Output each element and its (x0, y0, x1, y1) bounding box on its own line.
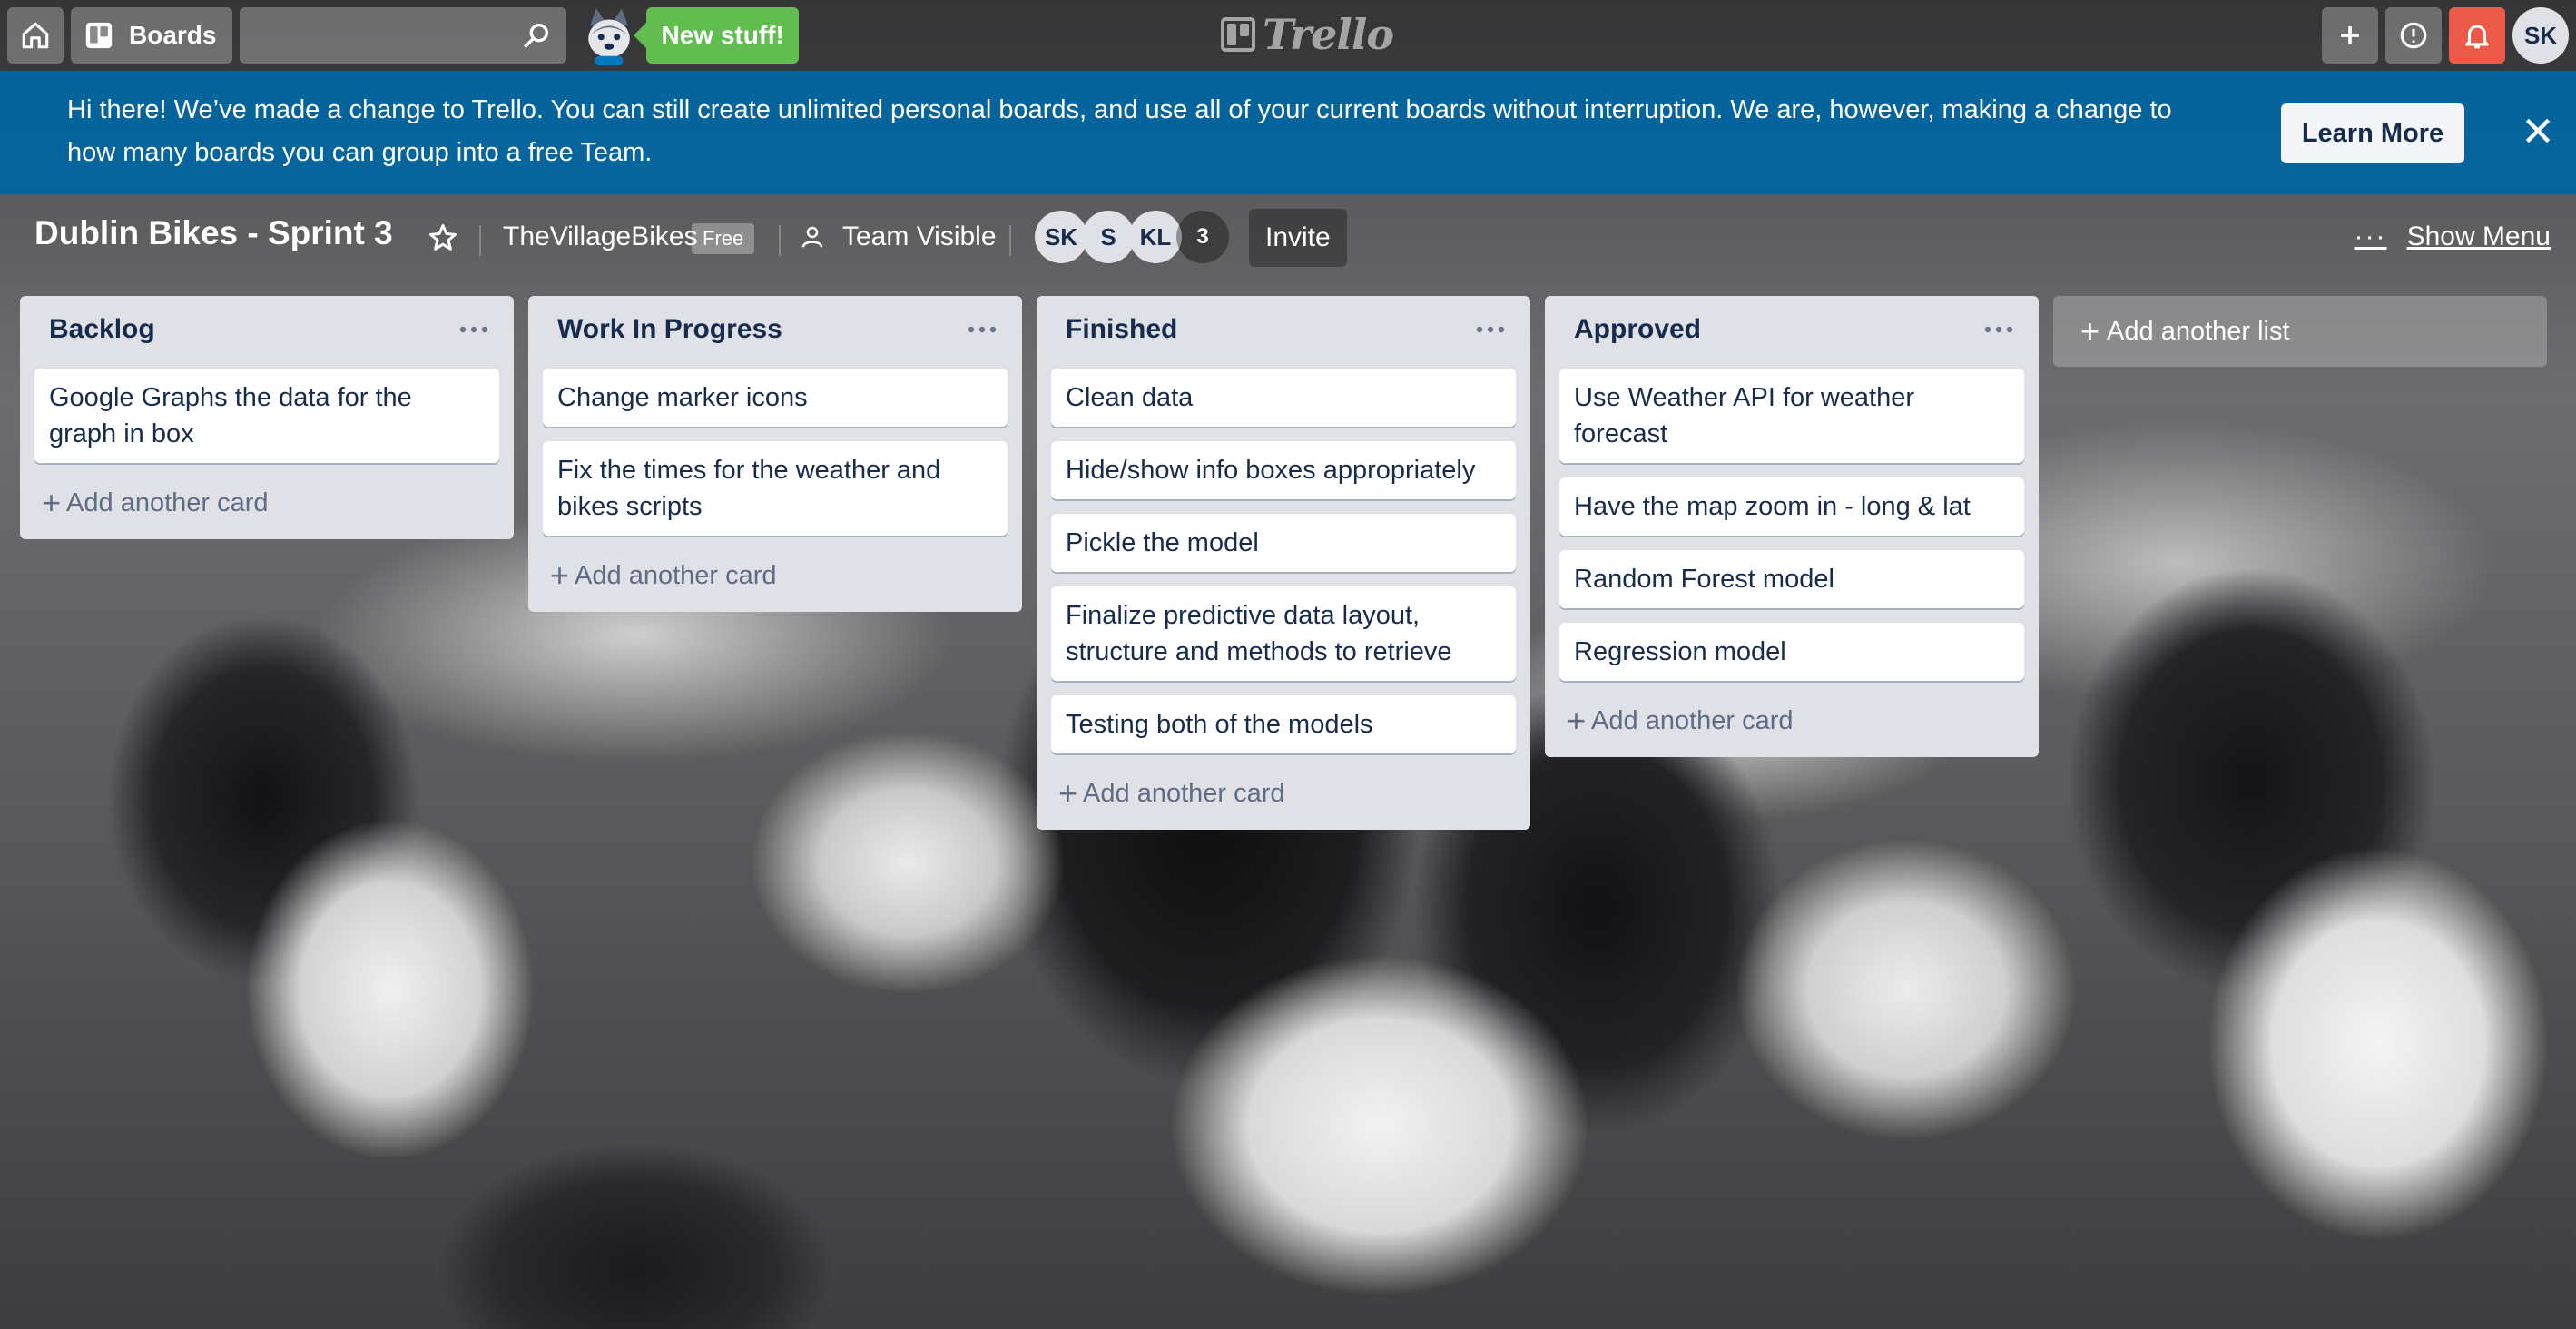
add-card-label: Add another card (1083, 778, 1285, 808)
bell-icon (2465, 25, 2489, 49)
learn-more-button[interactable]: Learn More (2281, 103, 2464, 163)
header-right-actions: SK (2322, 7, 2569, 64)
close-icon (2525, 118, 2551, 143)
create-button[interactable] (2322, 7, 2378, 64)
plus-icon: + (42, 484, 62, 521)
close-banner-button[interactable] (2520, 113, 2556, 149)
new-stuff-button[interactable]: New stuff! (634, 7, 799, 64)
add-list-label: Add another list (2107, 316, 2290, 346)
plus-icon: + (1058, 774, 1078, 812)
boards-button[interactable]: Boards (71, 7, 233, 64)
list-menu-icon[interactable] (1981, 316, 2017, 343)
visibility-label: Team Visible (842, 222, 997, 251)
plus-icon: + (1567, 702, 1587, 739)
card[interactable]: Finalize predictive data layout, structu… (1051, 586, 1516, 681)
list-menu-icon[interactable] (964, 316, 1000, 343)
top-header: Boards New stuff! Trello SK (0, 0, 2576, 71)
list-work-in-progress: Work In Progress Change marker icons Fix… (528, 296, 1022, 612)
trello-logo-text: Trello (1263, 10, 1394, 59)
list-finished: Finished Clean data Hide/show info boxes… (1037, 296, 1530, 830)
list-title[interactable]: Work In Progress (557, 314, 782, 345)
list-backlog: Backlog Google Graphs the data for the g… (20, 296, 514, 539)
list-menu-icon[interactable] (456, 316, 492, 343)
team-name-link[interactable]: TheVillageBikes (503, 222, 698, 252)
card[interactable]: Have the map zoom in - long & lat (1559, 477, 2024, 536)
search-input[interactable] (240, 7, 567, 64)
add-card-button[interactable]: + Add another card (1559, 695, 2024, 746)
card[interactable]: Clean data (1051, 369, 1516, 427)
banner-message: Hi there! We’ve made a change to Trello.… (67, 95, 2172, 167)
board-title[interactable]: Dublin Bikes - Sprint 3 (34, 214, 393, 252)
member-avatar[interactable]: KL (1129, 211, 1182, 263)
home-button[interactable] (7, 7, 64, 64)
card[interactable]: Change marker icons (543, 369, 1008, 427)
member-avatar[interactable]: S (1082, 211, 1135, 263)
home-icon (22, 22, 49, 49)
list-approved: Approved Use Weather API for weather for… (1545, 296, 2039, 757)
member-avatar[interactable]: SK (1035, 211, 1087, 263)
team-icon (801, 226, 823, 248)
card[interactable]: Fix the times for the weather and bikes … (543, 441, 1008, 536)
list-title[interactable]: Finished (1066, 314, 1177, 345)
add-card-label: Add another card (1591, 705, 1794, 735)
add-card-label: Add another card (575, 560, 777, 590)
card[interactable]: Regression model (1559, 623, 2024, 681)
list-title[interactable]: Backlog (49, 314, 155, 345)
search-icon (524, 23, 549, 48)
plus-icon: + (2080, 312, 2100, 349)
add-list-button[interactable]: + Add another list (2053, 296, 2547, 367)
card[interactable]: Use Weather API for weather forecast (1559, 369, 2024, 463)
notifications-button[interactable] (2449, 7, 2505, 64)
add-card-button[interactable]: + Add another card (1051, 768, 1516, 819)
card[interactable]: Hide/show info boxes appropriately (1051, 441, 1516, 499)
plus-icon (2341, 26, 2359, 44)
board-header: Dublin Bikes - Sprint 3 TheVillageBikes … (0, 202, 2576, 274)
star-icon[interactable] (427, 222, 459, 254)
show-menu-label: Show Menu (2406, 222, 2551, 251)
boards-icon (85, 22, 113, 49)
divider (479, 225, 481, 256)
boards-label: Boards (129, 21, 217, 49)
list-header: Backlog (34, 296, 499, 369)
member-overflow-count[interactable]: 3 (1176, 211, 1229, 263)
list-header: Finished (1051, 296, 1516, 369)
list-header: Work In Progress (543, 296, 1008, 369)
trello-logo-icon (1221, 17, 1255, 52)
taco-mascot-icon[interactable] (577, 4, 641, 67)
user-avatar[interactable]: SK (2512, 7, 2569, 64)
plus-icon: + (550, 556, 570, 594)
divider (1009, 225, 1011, 256)
card[interactable]: Pickle the model (1051, 514, 1516, 572)
card[interactable]: Random Forest model (1559, 550, 2024, 608)
list-header: Approved (1559, 296, 2024, 369)
announcement-banner: Hi there! We’ve made a change to Trello.… (0, 71, 2576, 194)
divider (779, 225, 781, 256)
add-card-label: Add another card (66, 487, 269, 517)
trello-logo[interactable]: Trello (1221, 10, 1394, 59)
plan-badge: Free (692, 223, 755, 254)
card[interactable]: Testing both of the models (1051, 695, 1516, 753)
visibility-button[interactable]: Team Visible (799, 222, 997, 252)
list-menu-icon[interactable] (1472, 316, 1509, 343)
invite-button[interactable]: Invite (1249, 209, 1347, 267)
card[interactable]: Google Graphs the data for the graph in … (34, 369, 499, 463)
info-icon (2400, 22, 2427, 49)
list-title[interactable]: Approved (1574, 314, 1701, 345)
add-card-button[interactable]: + Add another card (543, 550, 1008, 601)
show-menu-button[interactable]: ··· Show Menu (2355, 222, 2551, 252)
info-button[interactable] (2385, 7, 2442, 64)
more-icon: ··· (2354, 222, 2387, 251)
board-members: SK S KL 3 (1035, 211, 1229, 263)
add-card-button[interactable]: + Add another card (34, 477, 499, 528)
